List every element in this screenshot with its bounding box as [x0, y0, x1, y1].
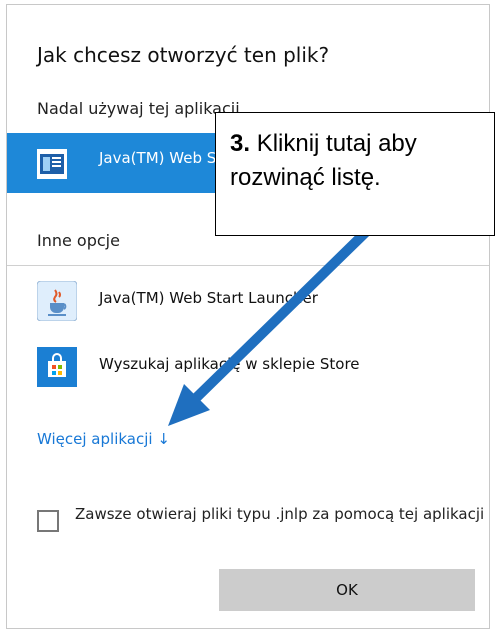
more-apps-label: Więcej aplikacji [37, 430, 153, 448]
app-option-java[interactable]: Java(TM) Web Start Launcher [7, 275, 489, 335]
app-option-store[interactable]: Wyszukaj aplikację w sklepie Store [7, 341, 489, 401]
arrow-down-icon: ↓ [157, 430, 170, 448]
java-cup-icon [36, 280, 78, 322]
other-options-label: Inne opcje [37, 231, 120, 250]
more-apps-link[interactable]: Więcej aplikacji ↓ [37, 430, 170, 448]
app-option-store-name: Wyszukaj aplikację w sklepie Store [99, 355, 360, 373]
always-use-checkbox[interactable] [37, 510, 59, 532]
java-webstart-icon [37, 149, 67, 179]
annotation-text: Kliknij tutaj aby rozwinąć listę. [230, 130, 417, 191]
dialog-title: Jak chcesz otworzyć ten plik? [37, 43, 330, 67]
keep-using-label: Nadal używaj tej aplikacji [37, 99, 240, 118]
app-option-java-name: Java(TM) Web Start Launcher [99, 289, 318, 307]
ok-button[interactable]: OK [219, 569, 475, 611]
separator [7, 265, 489, 266]
annotation-step: 3. [230, 130, 251, 157]
annotation-callout: 3. Kliknij tutaj aby rozwinąć listę. [215, 112, 495, 236]
always-use-label: Zawsze otwieraj pliki typu .jnlp za pomo… [75, 505, 485, 523]
store-icon [37, 347, 77, 387]
open-with-dialog: Jak chcesz otworzyć ten plik? Nadal używ… [6, 4, 490, 629]
